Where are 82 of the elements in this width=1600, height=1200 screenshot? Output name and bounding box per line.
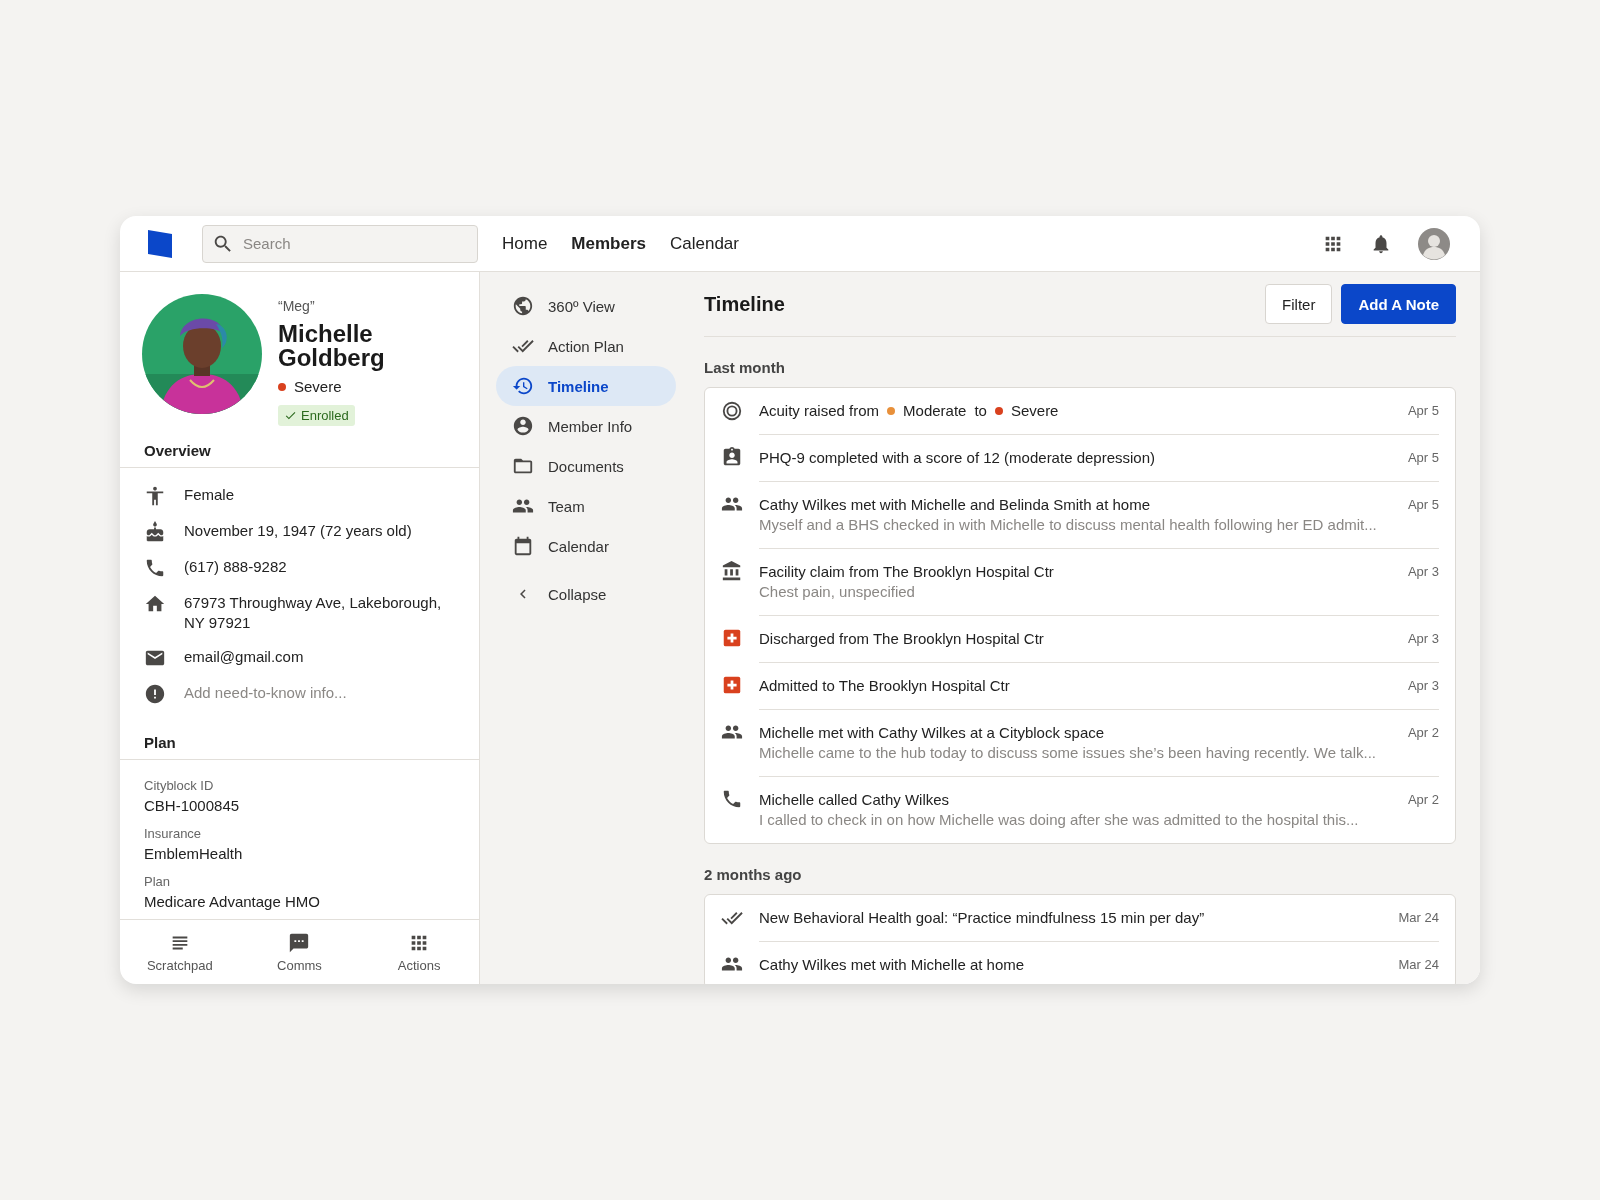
- filter-button[interactable]: Filter: [1265, 284, 1333, 324]
- field-label: Cityblock ID: [144, 778, 215, 793]
- calendar-icon: [512, 535, 534, 557]
- side-nav-item[interactable]: Timeline: [496, 366, 676, 406]
- section-heading: Plan: [120, 718, 479, 760]
- avatar[interactable]: [1418, 227, 1450, 260]
- person-icon: [144, 485, 166, 507]
- event-date: Apr 5: [1406, 449, 1439, 467]
- add-note-button[interactable]: Add A Note: [1341, 284, 1456, 324]
- event-title: Discharged from The Brooklyn Hospital Ctr: [759, 629, 1044, 649]
- event-text: to: [974, 401, 987, 421]
- info-text: Female: [184, 485, 235, 505]
- bottom-tab[interactable]: Actions: [359, 920, 479, 984]
- group-heading: 2 months ago: [704, 865, 803, 885]
- event-date: Apr 3: [1406, 563, 1439, 581]
- search-field[interactable]: Search: [202, 224, 478, 263]
- phone-icon: [144, 557, 166, 579]
- account-icon: [512, 415, 534, 437]
- phone-icon: [721, 788, 743, 810]
- event-text: Acuity raised from: [759, 401, 880, 421]
- event-detail: Michelle came to the hub today to discuss some issues she’s been having recently. We talk...: [759, 743, 1377, 763]
- field-label: Insurance: [144, 826, 203, 841]
- field-value: CBH-1000845: [144, 797, 241, 814]
- event-detail: I called to check in on how Michelle was doing after she was admitted to the hospital this...: [759, 810, 1360, 830]
- info-text: 67973 Throughway Ave, Lakeborough, NY 97921: [184, 593, 443, 633]
- info-text: email@gmail.com: [184, 647, 304, 667]
- bottom-tab[interactable]: Comms: [239, 920, 360, 984]
- member-nickname: “Meg”: [278, 298, 316, 314]
- flag-logo[interactable]: [148, 229, 172, 258]
- globe-icon: [512, 295, 534, 317]
- event-title: Facility claim from The Brooklyn Hospital Ctr: [759, 562, 1054, 582]
- nav-link[interactable]: Home: [502, 233, 548, 254]
- event-title: New Behavioral Health goal: “Practice mindfulness 15 min per day”: [759, 908, 1205, 928]
- event-date: Apr 3: [1406, 677, 1439, 695]
- event-date: Apr 2: [1406, 791, 1439, 809]
- cake-icon: [144, 521, 166, 543]
- alert-icon: [144, 683, 166, 705]
- acuity-label: Moderate: [903, 401, 967, 421]
- event-detail: Chest pain, unspecified: [759, 582, 916, 602]
- event-date: Apr 5: [1406, 402, 1439, 420]
- event-title: PHQ-9 completed with a score of 12 (moderate depression): [759, 448, 1156, 468]
- bank-icon: [721, 560, 743, 582]
- group-heading: Last month: [704, 358, 786, 378]
- event-date: Mar 24: [1397, 956, 1439, 974]
- event-detail: Myself and a BHS checked in with Michelle to discuss mental health following her ED admit...: [759, 515, 1378, 535]
- field-value: EmblemHealth: [144, 845, 244, 862]
- event-date: Mar 24: [1397, 909, 1439, 927]
- side-nav-item[interactable]: 360º View: [496, 286, 676, 326]
- event-date: Apr 3: [1406, 630, 1439, 648]
- event-title: Cathy Wilkes met with Michelle and Belinda Smith at home: [759, 495, 1150, 515]
- acuity-label: Severe: [1010, 401, 1059, 421]
- chat-icon: [288, 931, 311, 954]
- member-name: Michelle Goldberg: [278, 322, 386, 370]
- nav-link[interactable]: Members: [571, 233, 646, 254]
- hospital-icon: [721, 627, 743, 649]
- target-icon: [721, 400, 743, 422]
- info-text: (617) 888-9282: [184, 557, 287, 577]
- side-nav-item[interactable]: Member Info: [496, 406, 676, 446]
- section-heading: Overview: [120, 426, 479, 468]
- hospital-icon: [721, 674, 743, 696]
- side-nav-item[interactable]: Team: [496, 486, 676, 526]
- event-date: Apr 5: [1406, 496, 1439, 514]
- add-info-link[interactable]: Add need-to-know info...: [184, 683, 347, 703]
- clipboard-icon: [721, 446, 743, 468]
- page-title: Timeline: [704, 292, 785, 316]
- field-value: Medicare Advantage HMO: [144, 893, 321, 910]
- collapse-button[interactable]: Collapse: [496, 574, 676, 614]
- side-nav-item[interactable]: Action Plan: [496, 326, 676, 366]
- history-icon: [512, 375, 534, 397]
- event-title: Admitted to The Brooklyn Hospital Ctr: [759, 676, 1010, 696]
- bottom-tab[interactable]: Scratchpad: [120, 920, 240, 984]
- status-badge: Enrolled: [278, 405, 355, 426]
- side-nav-item[interactable]: Documents: [496, 446, 676, 486]
- event-title: Cathy Wilkes met with Michelle at home: [759, 955, 1025, 975]
- event-title: Michelle met with Cathy Wilkes at a Cityblock space: [759, 723, 1105, 743]
- nav-link[interactable]: Calendar: [670, 233, 739, 254]
- acuity-label: Severe: [294, 378, 342, 395]
- event-title: Michelle called Cathy Wilkes: [759, 790, 950, 810]
- field-label: Plan: [144, 874, 172, 889]
- info-text: November 19, 1947 (72 years old): [184, 521, 412, 541]
- side-nav-item[interactable]: Calendar: [496, 526, 676, 566]
- event-date: Apr 2: [1406, 724, 1439, 742]
